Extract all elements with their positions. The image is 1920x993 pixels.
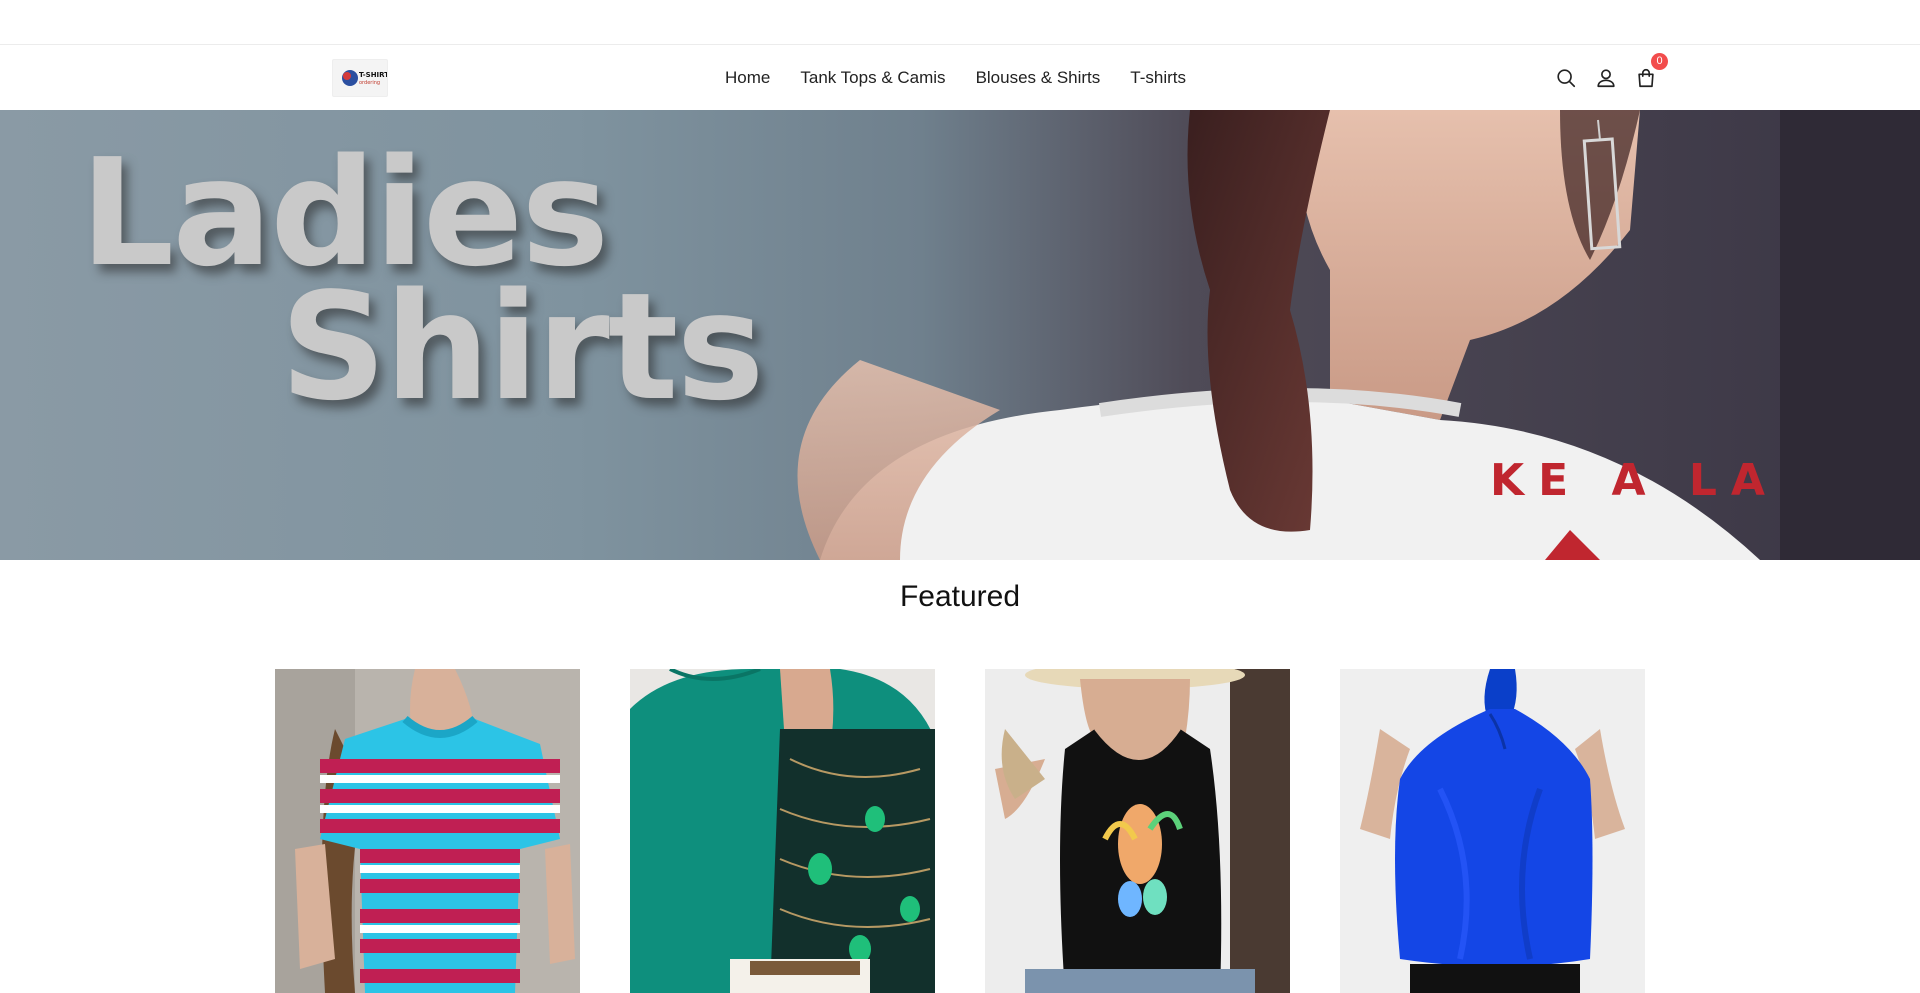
account-button[interactable] <box>1595 67 1617 89</box>
nav-tank-tops-camis[interactable]: Tank Tops & Camis <box>800 45 945 110</box>
hero-banner[interactable]: KE A LA Ladies Shirts <box>0 110 1920 560</box>
logo-text-bottom: ordering <box>359 80 380 86</box>
store-logo[interactable]: T-SHIRT ordering <box>332 59 388 97</box>
product-image <box>1340 669 1645 993</box>
nav-blouses-shirts[interactable]: Blouses & Shirts <box>976 45 1101 110</box>
cart-count-badge: 0 <box>1651 52 1668 70</box>
cart-button[interactable]: 0 <box>1635 52 1668 89</box>
product-image <box>275 669 580 993</box>
product-card-peacock-blouse[interactable] <box>630 669 935 993</box>
header-icons: 0 <box>1555 45 1668 110</box>
featured-title: Featured <box>899 580 1021 613</box>
search-icon <box>1557 68 1576 87</box>
cart-icon <box>1638 68 1654 87</box>
featured-products <box>0 669 1920 993</box>
nav-home[interactable]: Home <box>725 45 770 110</box>
search-button[interactable] <box>1555 67 1577 89</box>
hero-shirt-print: KE A LA <box>1490 455 1779 506</box>
nav-tshirts[interactable]: T-shirts <box>1130 45 1186 110</box>
product-card-blue-halter-top[interactable] <box>1340 669 1645 993</box>
logo-text-top: T-SHIRT <box>359 71 388 79</box>
product-card-striped-tshirt[interactable] <box>275 669 580 993</box>
product-card-surf-tank-top[interactable] <box>985 669 1290 993</box>
hero-heading-line2: Shirts <box>280 261 765 433</box>
main-nav: Home Tank Tops & Camis Blouses & Shirts … <box>725 45 1186 110</box>
hero-heading: Ladies Shirts <box>80 139 765 433</box>
product-image <box>985 669 1290 993</box>
product-image <box>630 669 935 993</box>
announcement-bar <box>0 0 1920 45</box>
account-icon <box>1597 68 1615 87</box>
site-header: T-SHIRT ordering Home Tank Tops & Camis … <box>0 45 1920 110</box>
